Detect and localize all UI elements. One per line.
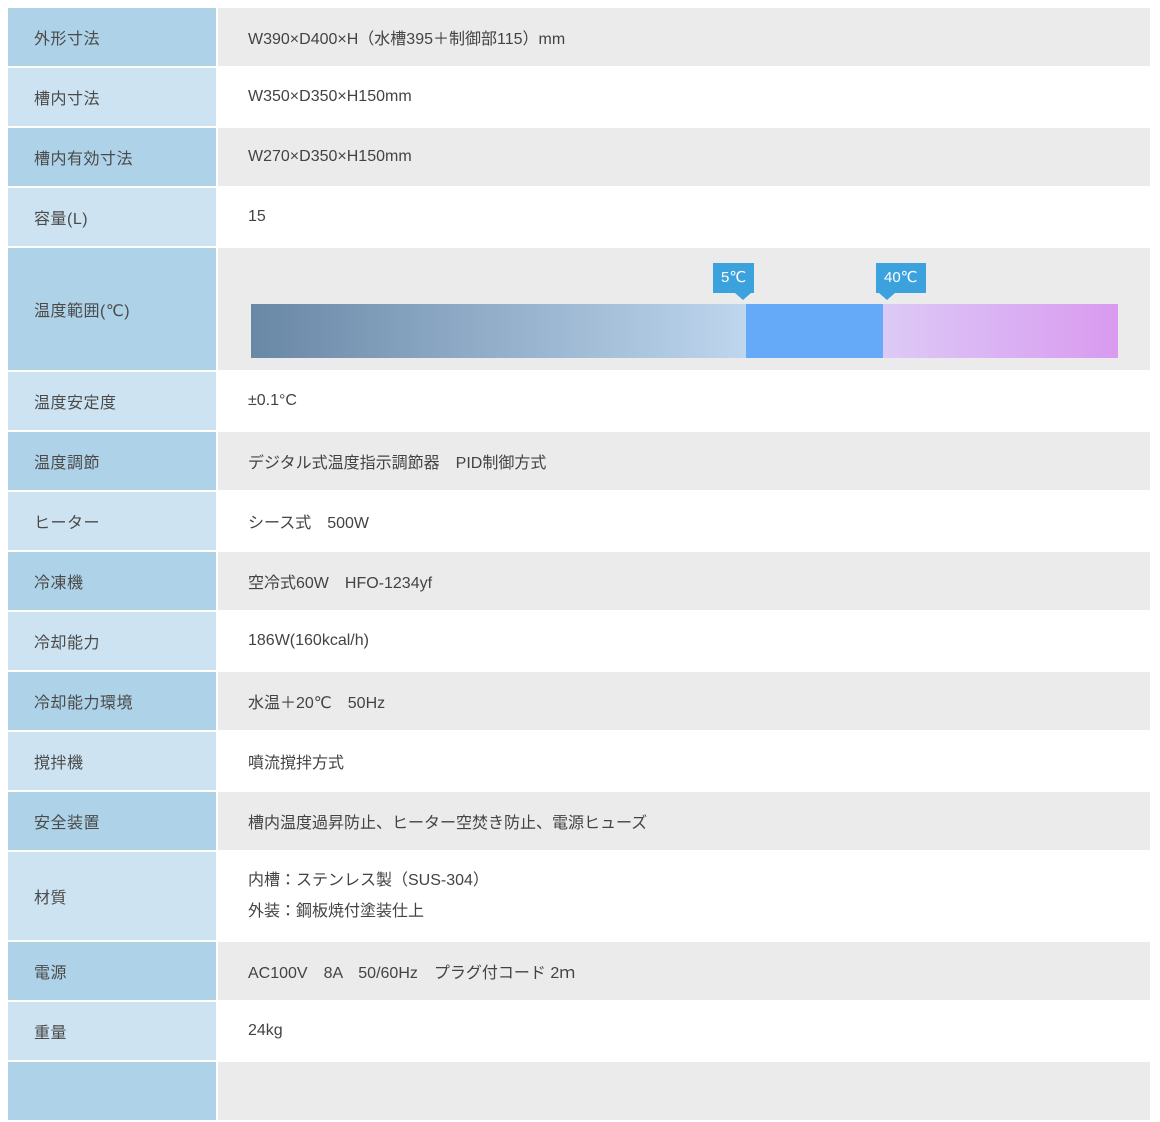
temperature-gradient-bar: 5℃ 40℃ [251,304,1118,358]
table-row: 冷却能力環境 水温＋20℃ 50Hz [8,672,1150,730]
row-label: 電源 [8,942,216,1000]
table-row: 槽内有効寸法 W270×D350×H150mm [8,128,1150,186]
row-value: 噴流撹拌方式 [218,732,1150,790]
row-value: 水温＋20℃ 50Hz [218,672,1150,730]
row-value: シース式 500W [218,492,1150,550]
row-label: 冷却能力環境 [8,672,216,730]
row-label: 槽内有効寸法 [8,128,216,186]
material-outer-line: 外装：鋼板焼付塗装仕上 [248,896,424,927]
table-row: 容量(L) 15 [8,188,1150,246]
row-label: 槽内寸法 [8,68,216,126]
row-value: デジタル式温度指示調節器 PID制御方式 [218,432,1150,490]
row-value: AC100V 8A 50/60Hz プラグ付コード 2ｍ [218,942,1150,1000]
table-row: 温度調節 デジタル式温度指示調節器 PID制御方式 [8,432,1150,490]
table-row: 冷凍機 空冷式60W HFO-1234yf [8,552,1150,610]
bar-segment-below-range [251,304,746,358]
row-label: 外形寸法 [8,8,216,66]
table-row-cutoff [8,1062,1150,1120]
max-temperature-badge: 40℃ [876,263,926,293]
row-label: ヒーター [8,492,216,550]
row-label [8,1062,216,1120]
row-value: W350×D350×H150mm [218,68,1150,126]
spec-table: 外形寸法 W390×D400×H（水槽395＋制御部115）mm 槽内寸法 W3… [8,8,1150,1122]
temperature-range-cell: 5℃ 40℃ [218,248,1150,370]
table-row: 電源 AC100V 8A 50/60Hz プラグ付コード 2ｍ [8,942,1150,1000]
table-row: 重量 24kg [8,1002,1150,1060]
material-inner-line: 内槽：ステンレス製（SUS-304） [248,865,489,896]
row-label: 容量(L) [8,188,216,246]
row-label: 温度安定度 [8,372,216,430]
row-value: 15 [218,188,1150,246]
row-value: 空冷式60W HFO-1234yf [218,552,1150,610]
table-row: 撹拌機 噴流撹拌方式 [8,732,1150,790]
row-value: W390×D400×H（水槽395＋制御部115）mm [218,8,1150,66]
row-label: 冷凍機 [8,552,216,610]
bar-segment-above-range [883,304,1118,358]
table-row: 外形寸法 W390×D400×H（水槽395＋制御部115）mm [8,8,1150,66]
table-row: ヒーター シース式 500W [8,492,1150,550]
row-value: ±0.1°C [218,372,1150,430]
table-row: 冷却能力 186W(160kcal/h) [8,612,1150,670]
row-value: 内槽：ステンレス製（SUS-304） 外装：鋼板焼付塗装仕上 [218,852,1150,940]
row-value: 槽内温度過昇防止、ヒーター空焚き防止、電源ヒューズ [218,792,1150,850]
table-row: 槽内寸法 W350×D350×H150mm [8,68,1150,126]
table-row: 安全装置 槽内温度過昇防止、ヒーター空焚き防止、電源ヒューズ [8,792,1150,850]
row-value: 186W(160kcal/h) [218,612,1150,670]
row-label: 安全装置 [8,792,216,850]
table-row: 温度安定度 ±0.1°C [8,372,1150,430]
row-value [218,1062,1150,1120]
row-label: 温度調節 [8,432,216,490]
row-value: 24kg [218,1002,1150,1060]
table-row-material: 材質 内槽：ステンレス製（SUS-304） 外装：鋼板焼付塗装仕上 [8,852,1150,940]
row-label: 重量 [8,1002,216,1060]
table-row-temperature-range: 温度範囲(℃) 5℃ 40℃ [8,248,1150,370]
row-value: W270×D350×H150mm [218,128,1150,186]
min-temperature-badge: 5℃ [713,263,754,293]
row-label: 撹拌機 [8,732,216,790]
row-label: 材質 [8,852,216,940]
row-label: 冷却能力 [8,612,216,670]
bar-segment-operating-range [746,304,883,358]
row-label: 温度範囲(℃) [8,248,216,370]
